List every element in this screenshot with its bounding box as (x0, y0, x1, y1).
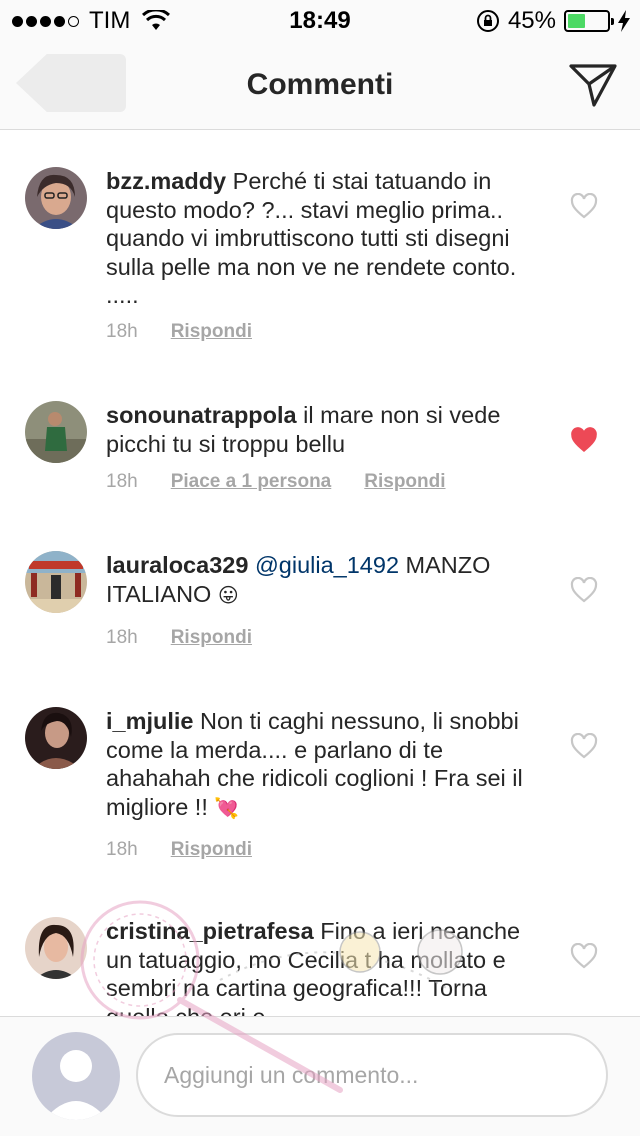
comment-username[interactable]: sonounatrappola (106, 402, 297, 428)
status-bar: TIM 18:49 45% (0, 0, 640, 40)
comment-time: 18h (106, 627, 138, 648)
page-title: Commenti (246, 68, 394, 101)
charging-bolt-icon (618, 10, 630, 32)
heart-icon[interactable] (570, 193, 598, 219)
comment-username[interactable]: cristina_pietrafesa (106, 918, 314, 944)
reply-button[interactable]: Rispondi (171, 321, 252, 343)
reply-button[interactable]: Rispondi (364, 471, 445, 493)
header: Commenti (0, 40, 640, 130)
comment-time: 18h (106, 839, 138, 860)
comment-time: 18h (106, 471, 138, 492)
reply-button[interactable]: Rispondi (171, 627, 252, 649)
battery-icon (564, 10, 614, 32)
heart-icon[interactable] (570, 577, 598, 603)
comment-body: bzz.maddy Perché ti stai tatuando in que… (106, 167, 546, 310)
comment-meta: 18h Piace a 1 persona Rispondi (106, 471, 446, 493)
avatar[interactable] (25, 401, 87, 463)
status-right: 45% (476, 7, 630, 35)
tongue-emoji: 😛 (217, 582, 239, 607)
comment-list: bzz.maddy Perché ti stai tatuando in que… (0, 131, 640, 1016)
avatar[interactable] (25, 917, 87, 979)
heart-filled-icon[interactable] (570, 427, 598, 453)
comment-body: lauraloca329 @giulia_1492 MANZO ITALIANO… (106, 551, 546, 609)
heart-icon[interactable] (570, 943, 598, 969)
avatar[interactable] (25, 167, 87, 229)
comment-input[interactable]: Aggiungi un commento... (136, 1033, 608, 1117)
rotation-lock-icon (476, 10, 499, 32)
comment-time: 18h (106, 321, 138, 342)
battery-level (568, 14, 586, 28)
heart-icon[interactable] (570, 733, 598, 759)
comment-body: cristina_pietrafesa Fino a ieri neanche … (106, 917, 546, 1016)
comment-meta: 18h Rispondi (106, 627, 252, 649)
heart-arrow-emoji: 💘 (214, 795, 240, 820)
comment-meta: 18h Rispondi (106, 321, 252, 343)
comment-meta: 18h Rispondi (106, 839, 252, 861)
comment-username[interactable]: lauraloca329 (106, 552, 248, 578)
avatar[interactable] (25, 707, 87, 769)
reply-button[interactable]: Rispondi (171, 839, 252, 861)
comment-mention[interactable]: @giulia_1492 (255, 552, 399, 578)
avatar[interactable] (25, 551, 87, 613)
comment-body: sonounatrappola il mare non si vede picc… (106, 401, 546, 458)
comment-username[interactable]: bzz.maddy (106, 168, 226, 194)
user-avatar (32, 1032, 120, 1120)
battery-percent: 45% (507, 7, 556, 34)
direct-send-icon[interactable] (568, 62, 618, 108)
comment-username[interactable]: i_mjulie (106, 708, 194, 734)
likes-link[interactable]: Piace a 1 persona (171, 471, 332, 493)
comment-composer: Aggiungi un commento... (0, 1016, 640, 1136)
comment-body: i_mjulie Non ti caghi nessuno, li snobbi… (106, 707, 546, 822)
